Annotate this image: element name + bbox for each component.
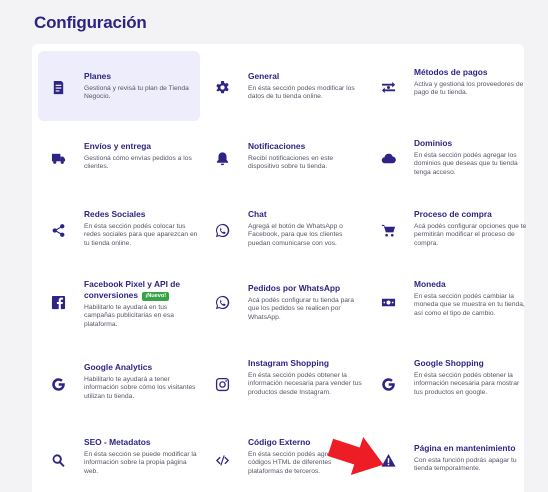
whatsapp-icon [210, 290, 234, 314]
card-title: General [248, 71, 280, 81]
card-general[interactable]: General En ésta sección podes modificar … [202, 51, 364, 121]
cloud-icon [376, 146, 400, 170]
bell-icon [210, 146, 234, 170]
card-planes[interactable]: Planes Gestioná y revisá tu plan de Tien… [38, 51, 200, 121]
card-desc: Acá podés configurar opciones que te per… [414, 222, 527, 247]
google-icon [376, 372, 400, 396]
card-desc: Gestioná y revisá tu plan de Tienda Nego… [84, 84, 189, 101]
whatsapp-icon [210, 218, 234, 242]
card-title: Proceso de compra [414, 209, 492, 219]
card-desc: En ésta sección podes modificar los dato… [248, 84, 355, 101]
facebook-icon [46, 290, 70, 314]
card-seo-metadatos[interactable]: SEO - Metadatos En ésta sección se puede… [38, 432, 200, 490]
card-proceso-de-compra[interactable]: Proceso de compra Acá podés configurar o… [368, 200, 530, 260]
card-desc: En ésta sección podés obtener la informa… [248, 371, 362, 396]
card-dominios[interactable]: Dominios En ésta sección podés agregar l… [368, 130, 530, 190]
instagram-icon [210, 372, 234, 396]
card-title: Facebook Pixel y API de conversiones ¡Nu… [84, 279, 198, 301]
card-instagram-shopping[interactable]: Instagram Shopping En ésta sección podés… [202, 352, 364, 422]
card-title: Dominios [414, 138, 453, 148]
card-google-analytics[interactable]: Google Analytics Habilitarlo te ayudará … [38, 352, 200, 422]
card-desc: Gestioná cómo envías pedidos a los clien… [84, 154, 192, 171]
card-notificaciones[interactable]: Notificaciones Recibí notificaciones en … [202, 130, 364, 190]
card-title: Planes [84, 71, 112, 81]
card-desc: En ésta sección podés agregar los domini… [414, 151, 518, 176]
card-desc: Habilitarlo te ayudará en tus campañas p… [84, 303, 174, 328]
plan-document-icon [46, 75, 70, 99]
card-title: Google Analytics [84, 362, 153, 372]
search-icon [46, 448, 70, 472]
share-icon [46, 218, 70, 242]
card-desc: En ésta sección podés colocar tus redes … [84, 222, 198, 247]
card-desc: Con esta función podrás apagar tu tienda… [414, 456, 517, 473]
gear-icon [210, 75, 234, 99]
card-title: Pedidos por WhatsApp [248, 283, 341, 293]
card-google-shopping[interactable]: Google Shopping En ésta sección podés ob… [368, 352, 530, 422]
card-moneda[interactable]: Moneda En esta sección podés cambiar la … [368, 270, 530, 340]
card-title: SEO - Metadatos [84, 437, 151, 447]
card-envios-y-entrega[interactable]: Envíos y entrega Gestioná cómo envías pe… [38, 130, 200, 190]
card-desc: Acá podés configurar tu tienda para que … [248, 296, 354, 321]
card-pedidos-por-whatsapp[interactable]: Pedidos por WhatsApp Acá podés configura… [202, 270, 364, 340]
card-desc: Agregá el botón de WhatsApp o Facebook, … [248, 222, 343, 247]
truck-icon [46, 146, 70, 170]
card-title: Métodos de pagos [414, 67, 488, 77]
card-metodos-de-pagos[interactable]: Métodos de pagos Activa y gestioná los p… [368, 51, 530, 121]
google-icon [46, 372, 70, 396]
card-title: Notificaciones [248, 141, 306, 151]
card-title: Instagram Shopping [248, 358, 329, 368]
card-redes-sociales[interactable]: Redes Sociales En ésta sección podés col… [38, 200, 200, 260]
red-arrow-icon [327, 436, 384, 476]
card-title: Redes Sociales [84, 209, 146, 219]
code-icon [210, 448, 234, 472]
card-facebook-pixel[interactable]: Facebook Pixel y API de conversiones ¡Nu… [38, 270, 200, 340]
card-desc: Activa y gestioná los proveedores de pag… [414, 80, 524, 97]
card-title: Envíos y entrega [84, 141, 152, 151]
card-desc: Habilitarlo te ayudará a tener informaci… [84, 375, 196, 400]
cart-icon [376, 218, 400, 242]
banknote-icon [376, 290, 400, 314]
card-pagina-en-mantenimiento[interactable]: Página en mantenimiento Con esta función… [368, 432, 530, 490]
page-title: Configuración [34, 13, 147, 32]
card-title: Chat [248, 209, 267, 219]
card-desc: En ésta sección podés obtener la informa… [414, 371, 520, 396]
card-desc: En ésta sección se puede modificar la in… [84, 450, 197, 475]
money-exchange-icon [376, 75, 400, 99]
new-badge: ¡Nuevo! [142, 291, 170, 301]
card-desc: En esta sección podés cambiar la moneda … [414, 292, 525, 317]
card-title: Moneda [414, 279, 446, 289]
card-chat[interactable]: Chat Agregá el botón de WhatsApp o Faceb… [202, 200, 364, 260]
card-title: Página en mantenimiento [414, 443, 516, 453]
card-title: Google Shopping [414, 358, 484, 368]
card-desc: Recibí notificaciones en este dispositiv… [248, 154, 334, 171]
